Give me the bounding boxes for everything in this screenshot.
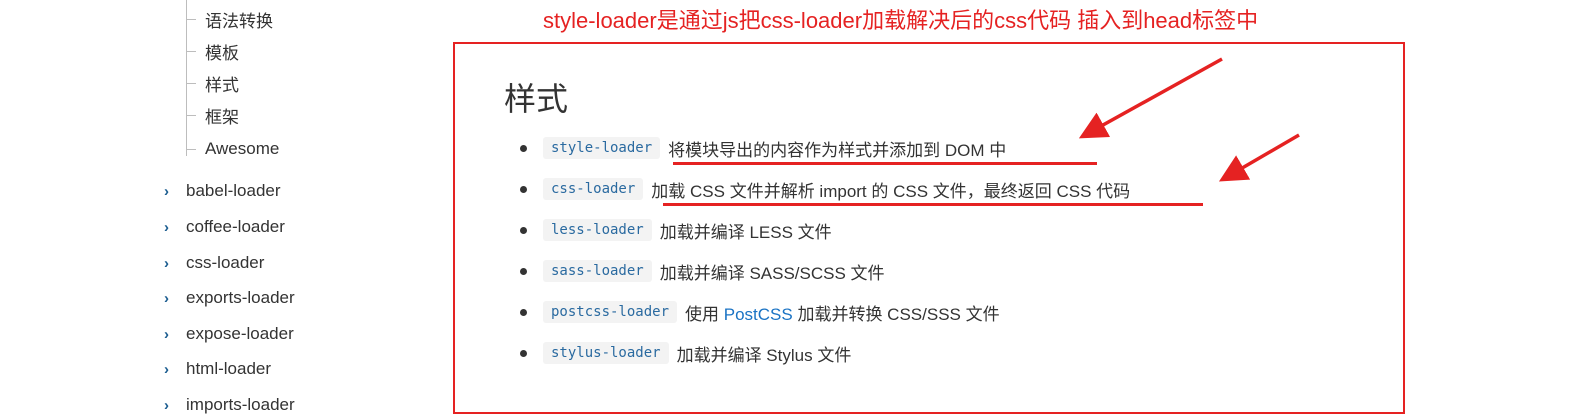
item-description: 加载并编译 LESS 文件 <box>659 222 832 242</box>
tree-branch <box>186 114 196 116</box>
bullet <box>520 308 527 316</box>
sidebar-item-css-loader[interactable]: › css-loader <box>164 249 264 277</box>
sidebar-item-html-loader[interactable]: › html-loader <box>164 355 271 383</box>
sidebar-item-label: expose-loader <box>186 324 294 343</box>
list-item-sass-loader: sass-loader 加载并编译 SASS/SCSS 文件 <box>520 256 885 286</box>
sidebar-subitem-label: 模板 <box>205 43 239 64</box>
sidebar-item-label: coffee-loader <box>186 217 285 236</box>
sidebar: 语法转换 模板 样式 框架 Awesome › babel-loader › c… <box>0 0 440 417</box>
list-item-stylus-loader: stylus-loader 加载并编译 Stylus 文件 <box>520 338 851 368</box>
item-description-post: 加载并转换 CSS/SSS 文件 <box>792 304 1000 324</box>
item-description: 加载并编译 Stylus 文件 <box>676 345 852 365</box>
sidebar-item-label: html-loader <box>186 359 272 378</box>
sidebar-item-label: exports-loader <box>186 288 295 307</box>
annotation-underline-2 <box>663 203 1203 206</box>
postcss-link[interactable]: PostCSS <box>724 305 793 324</box>
item-description: 加载并编译 SASS/SCSS 文件 <box>659 263 885 283</box>
item-description: 加载 CSS 文件并解析 import 的 CSS 文件，最终返回 CSS 代码 <box>651 181 1131 201</box>
list-item-less-loader: less-loader 加载并编译 LESS 文件 <box>520 215 832 245</box>
sidebar-subitem-syntax[interactable]: 语法转换 <box>186 5 273 33</box>
chevron-right-icon: › <box>164 218 169 236</box>
list-item-style-loader: style-loader 将模块导出的内容作为样式并添加到 DOM 中 <box>520 133 1006 163</box>
sidebar-subitem-template[interactable]: 模板 <box>186 37 239 65</box>
sidebar-item-label: babel-loader <box>186 181 281 200</box>
bullet <box>520 144 527 152</box>
tree-branch <box>186 18 196 20</box>
sidebar-subitem-label: 样式 <box>205 75 239 96</box>
item-description: 使用 PostCSS 加载并转换 CSS/SSS 文件 <box>685 300 1000 325</box>
chevron-right-icon: › <box>164 254 169 272</box>
sidebar-subitem-label: 语法转换 <box>205 11 273 32</box>
bullet <box>520 349 527 357</box>
sidebar-item-label: css-loader <box>186 253 265 272</box>
sidebar-item-babel-loader[interactable]: › babel-loader <box>164 177 281 205</box>
bullet <box>520 226 527 234</box>
tree-branch-end <box>186 133 196 150</box>
sidebar-subitem-framework[interactable]: 框架 <box>186 101 239 129</box>
code-postcss-loader[interactable]: postcss-loader <box>543 301 678 323</box>
item-description: 将模块导出的内容作为样式并添加到 DOM 中 <box>668 140 1007 160</box>
tree-branch <box>186 82 196 84</box>
sidebar-subitem-awesome[interactable]: Awesome <box>186 133 280 163</box>
code-style-loader[interactable]: style-loader <box>543 137 661 159</box>
chevron-right-icon: › <box>164 325 169 343</box>
code-stylus-loader[interactable]: stylus-loader <box>543 342 669 364</box>
code-sass-loader[interactable]: sass-loader <box>543 260 652 282</box>
sidebar-subitem-label: 框架 <box>205 107 239 128</box>
annotation-note: style-loader是通过js把css-loader加载解决后的css代码 … <box>543 8 1259 33</box>
list-item-css-loader: css-loader 加载 CSS 文件并解析 import 的 CSS 文件，… <box>520 174 1130 204</box>
code-css-loader[interactable]: css-loader <box>543 178 644 200</box>
sidebar-subitem-style[interactable]: 样式 <box>186 69 239 97</box>
section-heading: 样式 <box>504 80 569 118</box>
bullet <box>520 267 527 275</box>
chevron-right-icon: › <box>164 182 169 200</box>
sidebar-item-label: imports-loader <box>186 395 295 414</box>
sidebar-item-imports-loader[interactable]: › imports-loader <box>164 391 295 419</box>
sidebar-subitem-label: Awesome <box>205 139 280 158</box>
chevron-right-icon: › <box>164 360 169 378</box>
code-less-loader[interactable]: less-loader <box>543 219 652 241</box>
bullet <box>520 185 527 193</box>
sidebar-item-expose-loader[interactable]: › expose-loader <box>164 320 294 348</box>
chevron-right-icon: › <box>164 289 169 307</box>
chevron-right-icon: › <box>164 396 169 414</box>
sidebar-item-exports-loader[interactable]: › exports-loader <box>164 284 295 312</box>
annotation-underline-1 <box>673 162 1097 165</box>
tree-branch <box>186 50 196 52</box>
item-description-pre: 使用 <box>685 304 724 324</box>
sidebar-item-coffee-loader[interactable]: › coffee-loader <box>164 213 285 241</box>
list-item-postcss-loader: postcss-loader 使用 PostCSS 加载并转换 CSS/SSS … <box>520 297 1000 327</box>
